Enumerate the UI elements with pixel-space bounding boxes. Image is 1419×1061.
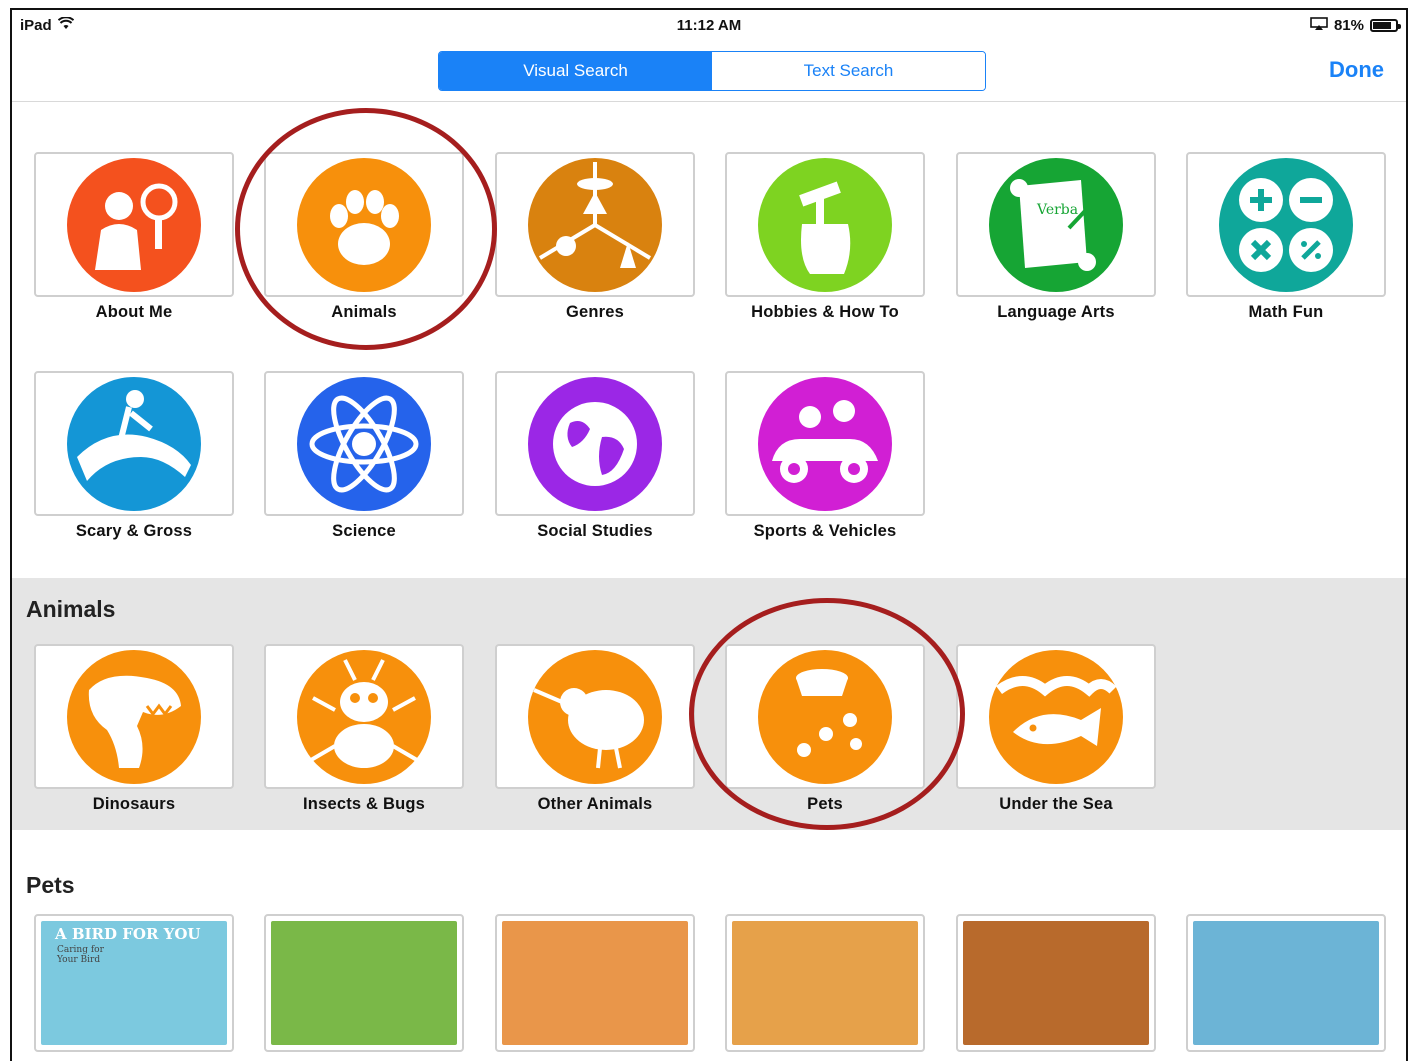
math-operators-icon <box>1219 157 1353 292</box>
category-tile-scary-and-gross[interactable]: Scary & Gross <box>34 371 234 541</box>
tile-image-box <box>495 152 695 297</box>
tile-image-box <box>264 371 464 516</box>
animals-tile-other-animals[interactable]: Other Animals <box>495 644 695 814</box>
person-magnifier-icon <box>67 157 201 292</box>
navigation-bar: Visual Search Text Search Done <box>12 42 1406 102</box>
category-tile-social-studies[interactable]: Social Studies <box>495 371 695 541</box>
hammer-fist-icon <box>758 157 892 292</box>
book-item[interactable]: A Cat for You: Caring <box>264 914 464 1061</box>
tile-image-box <box>264 644 464 789</box>
tile-label: About Me <box>95 303 173 321</box>
tile-label: Other Animals <box>537 795 653 813</box>
done-button[interactable]: Done <box>1329 57 1384 83</box>
svg-text:Verba: Verba <box>1036 202 1078 218</box>
tile-label: Insects & Bugs <box>303 795 425 813</box>
category-tile-about-me[interactable]: About Me <box>34 152 234 322</box>
book-item[interactable]: A Dog for You: Caring <box>725 914 925 1061</box>
category-tile-math-fun[interactable]: Math Fun <box>1186 152 1386 322</box>
tile-label: Genres <box>565 303 625 321</box>
globe-icon <box>528 376 662 511</box>
tile-image-box <box>495 371 695 516</box>
atom-icon <box>297 376 431 511</box>
book-item[interactable]: A Cat's View of the <box>495 914 695 1061</box>
tab-text-search[interactable]: Text Search <box>712 52 985 90</box>
animals-tile-insects-and-bugs[interactable]: Insects & Bugs <box>264 644 464 814</box>
search-mode-segmented-control: Visual Search Text Search <box>438 51 986 91</box>
tile-label: Math Fun <box>1248 303 1324 321</box>
tile-label: Pets <box>807 795 843 813</box>
ipad-screen: iPad 11:12 AM 81% Visual Search Text Sea… <box>10 8 1408 1061</box>
animals-tile-under-the-sea[interactable]: Under the Sea <box>956 644 1156 814</box>
tile-label: Social Studies <box>537 522 653 540</box>
book-item[interactable]: A Dog's View of the <box>956 914 1156 1061</box>
tile-label: Under the Sea <box>999 795 1113 813</box>
book-cover-art: A BIRD FOR YOU Caring for Your Bird <box>41 921 227 1045</box>
book-cover <box>264 914 464 1052</box>
tile-image-box <box>34 152 234 297</box>
tile-label: Hobbies & How To <box>751 303 899 321</box>
tile-label: Dinosaurs <box>92 795 176 813</box>
book-item[interactable]: A Guinea Pig for You: <box>1186 914 1386 1061</box>
tile-image-box <box>34 371 234 516</box>
status-bar: iPad 11:12 AM 81% <box>12 10 1406 42</box>
battery-icon <box>1370 19 1401 32</box>
book-cover <box>495 914 695 1052</box>
book-cover <box>725 914 925 1052</box>
book-cover-art <box>271 921 457 1045</box>
tile-label: Sports & Vehicles <box>753 522 897 540</box>
tab-visual-search[interactable]: Visual Search <box>439 52 712 90</box>
genres-icon <box>528 157 662 292</box>
pets-section-title: Pets <box>26 872 75 898</box>
book-item[interactable]: A BIRD FOR YOUCaring for Your BirdA Bird… <box>34 914 234 1061</box>
book-cover: A BIRD FOR YOU Caring for Your Bird <box>34 914 234 1052</box>
tile-label: Science <box>332 522 396 540</box>
book-cover-subtitle: Caring for Your Bird <box>57 945 104 965</box>
tile-image-box <box>956 644 1156 789</box>
kiwi-bird-icon <box>528 649 662 784</box>
pets-book-section: Pets A BIRD FOR YOUCaring for Your BirdA… <box>12 830 1406 1061</box>
tile-image-box <box>34 644 234 789</box>
tile-label: Language Arts <box>997 303 1115 321</box>
tile-image-box <box>495 644 695 789</box>
category-tile-sports-and-vehicles[interactable]: Sports & Vehicles <box>725 371 925 541</box>
scroll-quill-icon: Verba <box>989 157 1123 292</box>
category-tile-science[interactable]: Science <box>264 371 464 541</box>
tile-label: Scary & Gross <box>75 522 193 540</box>
book-cover-art <box>732 921 918 1045</box>
bug-icon <box>297 649 431 784</box>
tile-image-box <box>725 152 925 297</box>
animals-tile-pets[interactable]: Pets <box>725 644 925 814</box>
fish-icon <box>989 649 1123 784</box>
tile-image-box: Verba <box>956 152 1156 297</box>
airplay-icon <box>1310 17 1328 34</box>
book-cover-art <box>1193 921 1379 1045</box>
tile-image-box <box>725 371 925 516</box>
book-cover <box>956 914 1156 1052</box>
dinosaur-icon <box>67 649 201 784</box>
tile-image-box <box>725 644 925 789</box>
car-race-icon <box>758 376 892 511</box>
category-tile-hobbies-and-how-to[interactable]: Hobbies & How To <box>725 152 925 322</box>
book-cover-art <box>502 921 688 1045</box>
paw-icon <box>297 157 431 292</box>
tile-label: Animals <box>331 303 397 321</box>
animals-subcategory-section: Animals Dinosaurs Insects & Bugs Other Ani… <box>12 578 1406 830</box>
category-tile-language-arts[interactable]: Verba Language Arts <box>956 152 1156 322</box>
slide-icon <box>67 376 201 511</box>
category-tile-genres[interactable]: Genres <box>495 152 695 322</box>
animals-section-title: Animals <box>26 596 116 622</box>
status-time: 11:12 AM <box>676 17 742 34</box>
tile-image-box <box>264 152 464 297</box>
battery-percent: 81% <box>1333 17 1364 34</box>
category-grid: About Me Animals Genres Hobbies & How To Ver… <box>12 102 1406 578</box>
book-cover-art <box>963 921 1149 1045</box>
book-cover <box>1186 914 1386 1052</box>
tile-image-box <box>1186 152 1386 297</box>
category-tile-animals[interactable]: Animals <box>264 152 464 322</box>
pet-bowl-icon <box>758 649 892 784</box>
animals-tile-dinosaurs[interactable]: Dinosaurs <box>34 644 234 814</box>
